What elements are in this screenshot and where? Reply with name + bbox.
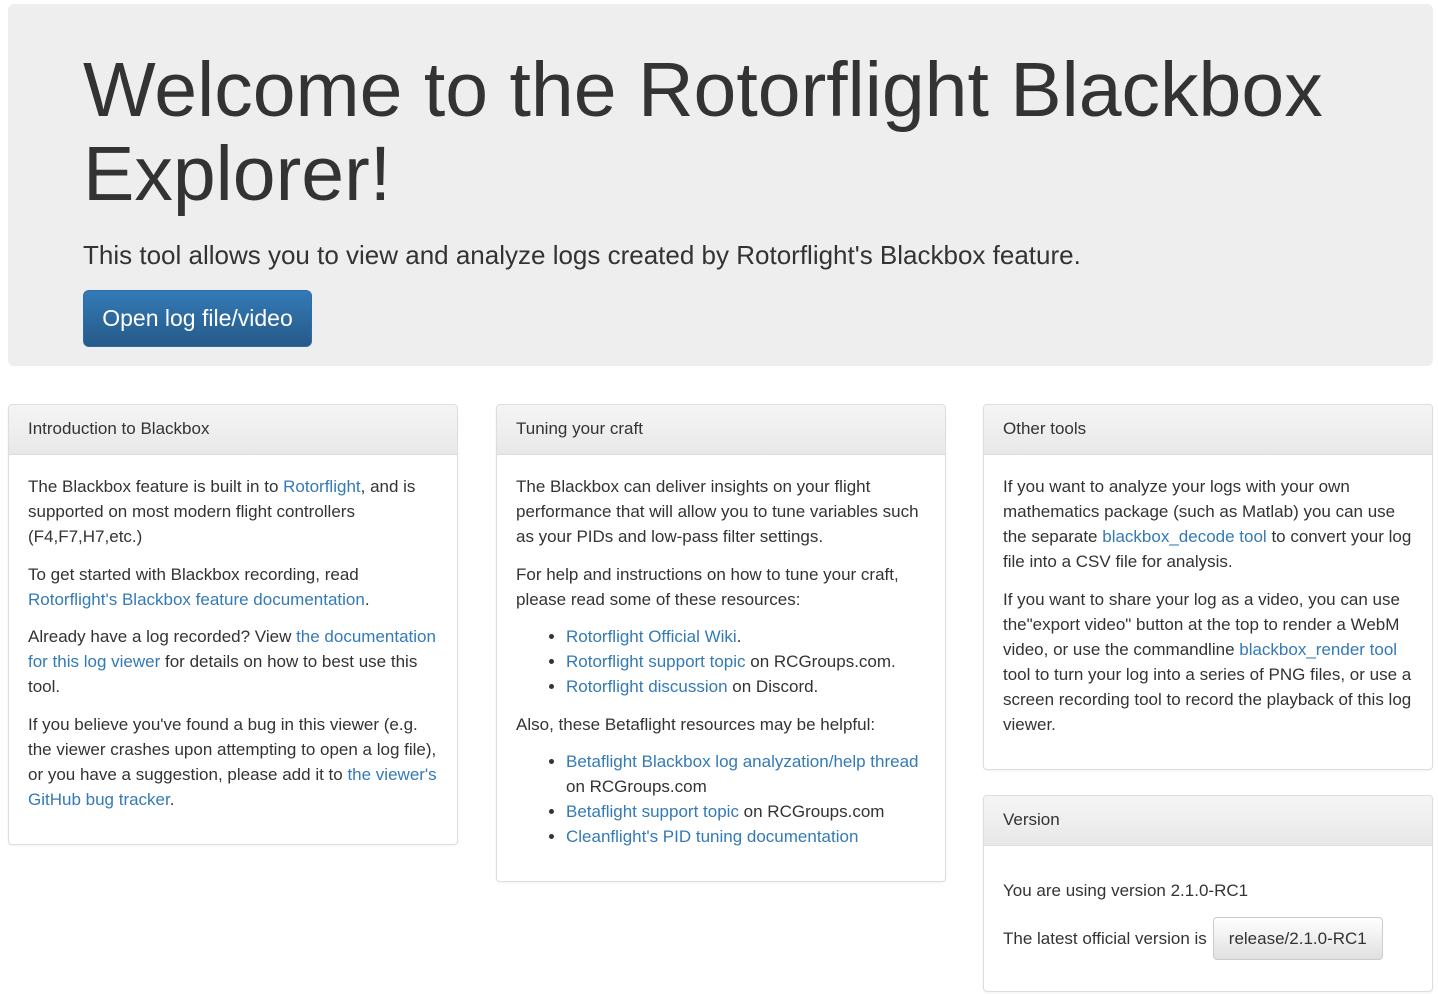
latest-version-label: The latest official version is [1003, 929, 1207, 948]
intro-text: To get started with Blackbox recording, … [28, 564, 359, 584]
list-item: Rotorflight Official Wiki. [566, 624, 926, 649]
latest-version-button[interactable]: release/2.1.0-RC1 [1212, 917, 1383, 960]
open-log-button[interactable]: Open log file/video [83, 290, 312, 347]
tuning-panel-body: The Blackbox can deliver insights on you… [497, 455, 945, 872]
list-item-text: on RCGroups.com. [745, 652, 896, 671]
cleanflight-pid-docs-link[interactable]: Cleanflight's PID tuning documentation [566, 827, 858, 846]
list-item: Rotorflight discussion on Discord. [566, 674, 926, 699]
intro-text: . [169, 789, 175, 809]
page-title: Welcome to the Rotorflight Blackbox Expl… [83, 47, 1323, 217]
tuning-paragraph: The Blackbox can deliver insights on you… [516, 477, 919, 546]
blackbox-render-link[interactable]: blackbox_render tool [1239, 640, 1397, 659]
version-panel: Version You are using version 2.1.0-RC1 … [983, 795, 1433, 992]
welcome-jumbotron: Welcome to the Rotorflight Blackbox Expl… [8, 4, 1433, 366]
other-tools-paragraph: If you want to share your log as a video… [1003, 587, 1413, 737]
list-item: Betaflight Blackbox log analyzation/help… [566, 749, 926, 799]
lead-text: This tool allows you to view and analyze… [83, 240, 1081, 270]
tuning-panel-heading: Tuning your craft [497, 405, 945, 455]
version-panel-heading: Version [984, 796, 1432, 846]
betaflight-blackbox-thread-link[interactable]: Betaflight Blackbox log analyzation/help… [566, 752, 919, 771]
tuning-paragraph: For help and instructions on how to tune… [516, 564, 899, 609]
intro-paragraph: To get started with Blackbox recording, … [28, 562, 438, 612]
intro-paragraph: If you believe you've found a bug in thi… [28, 712, 438, 812]
intro-text: . [364, 589, 370, 609]
betaflight-resources-list: Betaflight Blackbox log analyzation/help… [516, 749, 926, 849]
tuning-paragraph: Also, these Betaflight resources may be … [516, 714, 876, 734]
intro-paragraph: Already have a log recorded? View the do… [28, 624, 438, 699]
intro-panel-body: The Blackbox feature is built in to Roto… [9, 455, 457, 834]
blackbox-docs-link[interactable]: Rotorflight's Blackbox feature documenta… [28, 590, 365, 609]
other-tools-text: tool to turn your log into a series of P… [1003, 664, 1412, 734]
list-item-text: on Discord. [727, 677, 819, 696]
rotorflight-wiki-link[interactable]: Rotorflight Official Wiki [566, 627, 737, 646]
latest-version-row: The latest official version is release/2… [1003, 917, 1413, 960]
version-panel-body: You are using version 2.1.0-RC1 The late… [984, 846, 1432, 970]
intro-panel-heading: Introduction to Blackbox [9, 405, 457, 455]
list-item-text: on RCGroups.com [738, 802, 885, 821]
rotorflight-discussion-link[interactable]: Rotorflight discussion [566, 677, 728, 696]
betaflight-support-link[interactable]: Betaflight support topic [566, 802, 739, 821]
list-item: Rotorflight support topic on RCGroups.co… [566, 649, 926, 674]
blackbox-decode-link[interactable]: blackbox_decode tool [1102, 527, 1266, 546]
list-item-text: . [736, 627, 742, 646]
tuning-panel: Tuning your craft The Blackbox can deliv… [496, 404, 946, 882]
intro-text: The Blackbox feature is built in to [28, 477, 284, 496]
rotorflight-support-link[interactable]: Rotorflight support topic [566, 652, 746, 671]
list-item-text: on RCGroups.com [566, 777, 707, 796]
other-tools-panel-heading: Other tools [984, 405, 1432, 455]
list-item: Cleanflight's PID tuning documentation [566, 824, 926, 849]
current-version-text: You are using version 2.1.0-RC1 [1003, 881, 1249, 900]
other-tools-paragraph: If you want to analyze your logs with yo… [1003, 474, 1413, 574]
other-tools-panel-body: If you want to analyze your logs with yo… [984, 455, 1432, 759]
rotorflight-link[interactable]: Rotorflight [283, 477, 360, 496]
intro-panel: Introduction to Blackbox The Blackbox fe… [8, 404, 458, 845]
list-item: Betaflight support topic on RCGroups.com [566, 799, 926, 824]
other-tools-panel: Other tools If you want to analyze your … [983, 404, 1433, 770]
intro-text: Already have a log recorded? View [28, 627, 297, 646]
intro-paragraph: The Blackbox feature is built in to Roto… [28, 474, 438, 549]
rotorflight-resources-list: Rotorflight Official Wiki. Rotorflight s… [516, 624, 926, 699]
